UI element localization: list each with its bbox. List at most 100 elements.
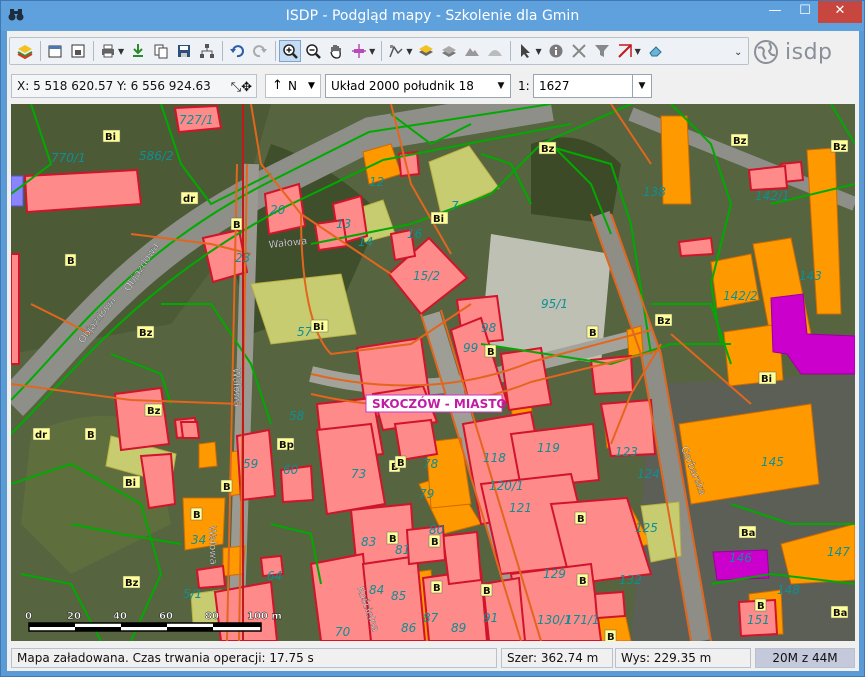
parcel-number: 87 (423, 611, 439, 625)
parcel-number: 132 (619, 573, 642, 587)
parcel-number: 124 (637, 467, 660, 481)
parcel-number: 23 (235, 251, 250, 265)
memory-usage: 20M z 44M (755, 648, 855, 668)
land-use-badge: Bi (433, 214, 444, 225)
land-use-badge: B (757, 601, 765, 612)
measure-dropdown-icon[interactable]: ▼ (635, 47, 641, 56)
parcel-number: 20 (270, 203, 286, 217)
parcel-number: 145 (761, 455, 784, 469)
land-use-badge: Ba (833, 608, 847, 619)
hill-icon[interactable] (461, 40, 483, 62)
measure-icon[interactable] (614, 40, 636, 62)
chevron-down-icon: ▼ (497, 81, 505, 91)
place-label: SKOCZÓW - MIASTO (372, 396, 507, 411)
land-use-badge: Bz (125, 578, 139, 589)
parcel-number: 727/1 (179, 113, 214, 127)
extent-dropdown-icon[interactable]: ▼ (369, 47, 375, 56)
land-use-badge: B (487, 347, 495, 358)
info-icon[interactable] (545, 40, 567, 62)
parcel-number: 85 (391, 589, 406, 603)
terrain-icon[interactable] (484, 40, 506, 62)
layers-icon[interactable] (14, 40, 36, 62)
land-use-badge: Bi (313, 322, 324, 333)
land-use-badge: B (389, 534, 397, 545)
move-arrows-icon[interactable]: ⤡✥ (231, 77, 252, 99)
land-use-badge: B (193, 510, 201, 521)
toolbar-separator (510, 41, 512, 61)
scale-bar-svg: 0 20 40 60 80 100 m (25, 611, 282, 632)
parcel-number: 70 (335, 625, 351, 639)
land-use-badge: B (233, 220, 241, 231)
parcel-number: 95/1 (541, 297, 568, 311)
full-extent-icon[interactable] (348, 40, 370, 62)
eraser-icon[interactable] (644, 40, 666, 62)
scale-tick: 60 (159, 611, 173, 622)
pan-hand-icon[interactable] (325, 40, 347, 62)
parcel-number: 15/2 (413, 269, 440, 283)
map-svg: Objazdowa Objazdowa Wałowa Wałowa Wałowa… (11, 104, 855, 641)
close-button[interactable]: ✕ (818, 1, 862, 23)
coordinates-readout: X: 5 518 620.57 Y: 6 556 924.63 (17, 79, 211, 93)
window-icon[interactable] (67, 40, 89, 62)
land-use-badge: B (607, 632, 615, 641)
toolbar-strip: ▼ ▼ ▼ ▼ ▼ (9, 37, 749, 65)
undo-icon[interactable] (226, 40, 248, 62)
cursor-coordinates: X: 5 518 620.57 Y: 6 556 924.63 ⤡✥ (11, 74, 257, 98)
toolbar-overflow-icon[interactable]: ⌄ (734, 47, 742, 58)
parcel-number: 138 (643, 185, 666, 199)
scale-tick: 20 (67, 611, 81, 622)
title-bar[interactable]: ISDP - Podgląd mapy - Szkolenie dla Gmin… (1, 1, 864, 31)
grid-dropdown-icon[interactable]: ▼ (406, 47, 412, 56)
minimize-button[interactable]: — (761, 1, 789, 23)
grid-icon[interactable] (385, 40, 407, 62)
parcel-number: 73 (351, 467, 366, 481)
land-use-badge: Bi (761, 374, 772, 385)
filter-icon[interactable] (591, 40, 613, 62)
scale-select[interactable]: 1627 ▼ (533, 74, 652, 98)
parcel-number: 151 (747, 613, 770, 627)
crs-select[interactable]: Układ 2000 południk 18 ▼ (325, 74, 511, 98)
redo-icon[interactable] (249, 40, 271, 62)
parcel-number: 34 (191, 533, 206, 547)
parcel-number: 84 (369, 583, 384, 597)
land-use-badge: Ba (741, 528, 755, 539)
map-canvas[interactable]: Objazdowa Objazdowa Wałowa Wałowa Wałowa… (11, 104, 855, 641)
scale-tick: 40 (113, 611, 127, 622)
land-use-badge: B (87, 430, 95, 441)
copy-icon[interactable] (150, 40, 172, 62)
print-icon[interactable] (97, 40, 119, 62)
parcel-number: 59 (243, 457, 258, 471)
toolbar-separator (275, 41, 277, 61)
print-dropdown-icon[interactable]: ▼ (118, 47, 124, 56)
crs-value: Układ 2000 południk 18 (331, 79, 474, 93)
parcel-number: 142/1 (755, 189, 790, 203)
select-dropdown-icon[interactable]: ▼ (535, 47, 541, 56)
parcel-number: 147 (827, 545, 850, 559)
parcel-number: 118 (483, 451, 506, 465)
scale-prefix: 1: (518, 79, 530, 93)
zoom-in-icon[interactable] (279, 40, 302, 62)
land-use-badge: B (223, 482, 231, 493)
select-arrow-icon[interactable] (514, 40, 536, 62)
chevron-down-icon: ▼ (632, 75, 651, 97)
properties-icon[interactable] (44, 40, 66, 62)
parcel-number: 58 (289, 409, 305, 423)
download-icon[interactable] (127, 40, 149, 62)
map-width: Szer: 362.74 m (501, 648, 613, 668)
save-icon[interactable] (173, 40, 195, 62)
identify-icon[interactable] (568, 40, 590, 62)
layer-stack-icon[interactable] (438, 40, 460, 62)
parcel-number: 120/1 (489, 479, 524, 493)
layer-add-icon[interactable] (415, 40, 437, 62)
status-bar: Mapa załadowana. Czas trwania operacji: … (7, 645, 859, 671)
parcel-number: 79 (419, 487, 434, 501)
client-area: ▼ ▼ ▼ ▼ ▼ ⌄ isdp X: 5 518 620.57 Y: 6 55… (7, 31, 859, 671)
maximize-button[interactable]: ☐ (791, 1, 819, 23)
zoom-out-icon[interactable] (302, 40, 324, 62)
north-arrow-select[interactable]: ↑ N ▼ (265, 74, 321, 98)
tree-icon[interactable] (196, 40, 218, 62)
land-use-badge: B (483, 586, 491, 597)
parcel-number: 14 (358, 235, 373, 249)
parcel-number: 148 (777, 583, 800, 597)
north-label: N (288, 79, 297, 93)
